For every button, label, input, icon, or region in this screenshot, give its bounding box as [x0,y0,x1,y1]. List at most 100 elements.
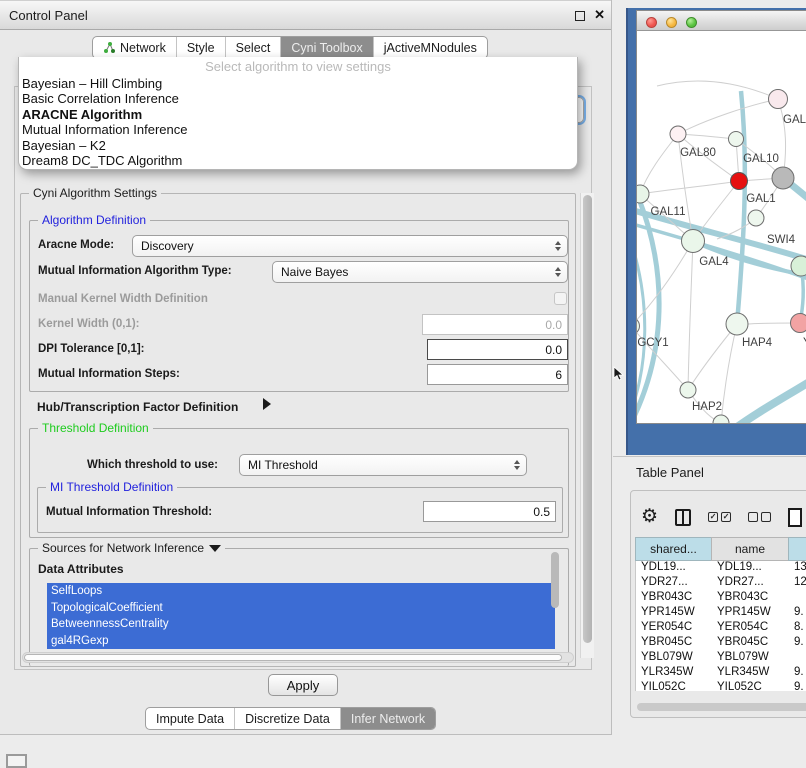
algorithm-definition-group: Algorithm Definition Aracne Mode: Discov… [29,220,569,392]
column-header-cut[interactable]: A [788,537,806,561]
node-pink-right[interactable] [791,314,806,333]
network-canvas[interactable]: GAL GAL80 GAL10 GAL1 GAL11 SWI4 GAL4 GCY… [637,31,806,423]
algorithm-option-selected[interactable]: ARACNE Algorithm [19,107,577,122]
settings-scrollbar-thumb[interactable] [583,195,592,643]
table-horizontal-scrollbar-thumb[interactable] [637,703,806,711]
table-row[interactable]: YPR145WYPR145W9. [636,606,806,621]
mi-steps-field[interactable]: 6 [427,364,568,385]
split-columns-icon[interactable] [675,509,691,526]
table-row[interactable]: YDL19...YDL19...13 [636,561,806,576]
attribute-item[interactable]: SelfLoops [47,583,555,600]
tab-impute-data-label: Impute Data [156,712,224,726]
node-label: GAL4 [699,256,729,268]
column-header-name[interactable]: name [711,537,788,561]
minimize-traffic-light-icon[interactable] [666,17,677,28]
deselect-all-icon[interactable] [748,512,771,522]
kernel-width-field[interactable]: 0.0 [422,314,568,335]
table-row[interactable]: YBR043CYBR043C [636,591,806,606]
page-icon[interactable] [788,508,802,527]
tab-style[interactable]: Style [177,37,226,58]
node-gal80[interactable] [670,126,686,142]
attributes-scrollbar-thumb[interactable] [551,552,559,608]
mi-threshold-value: 0.5 [533,505,550,519]
tab-network[interactable]: Network [93,37,177,58]
sources-group-title: Sources for Network Inference [38,541,225,555]
node-label: GAL11 [651,206,686,218]
data-attributes-label: Data Attributes [38,562,124,576]
network-window-titlebar[interactable] [637,11,806,31]
algorithm-option[interactable]: Dream8 DC_TDC Algorithm [19,153,577,168]
gear-icon[interactable]: ⚙ [641,507,658,527]
table-row[interactable]: YER054CYER054C8. [636,621,806,636]
manual-kernel-width-checkbox[interactable] [554,292,567,305]
column-header-shared-name[interactable]: shared... [635,537,711,561]
collapse-arrow-icon[interactable] [209,545,221,552]
settings-horizontal-scrollbar[interactable] [22,652,574,663]
data-attributes-list[interactable]: SelfLoops TopologicalCoefficient Between… [47,583,555,649]
tab-select-label: Select [236,41,271,55]
panel-divider [613,456,806,457]
aracne-mode-combobox[interactable]: Discovery [132,235,568,257]
node-gal10[interactable] [729,132,744,147]
node-hap4[interactable] [726,313,748,335]
which-threshold-combobox[interactable]: MI Threshold [239,454,527,476]
attribute-item[interactable]: gal4RGexp [47,633,555,650]
node-hap2[interactable] [680,382,696,398]
algorithm-option[interactable]: Bayesian – Hill Climbing [19,76,577,91]
network-view-window[interactable]: GAL GAL80 GAL10 GAL1 GAL11 SWI4 GAL4 GCY… [636,10,806,424]
mi-threshold-field[interactable]: 0.5 [423,501,556,522]
table-row[interactable]: YBR045CYBR045C9. [636,636,806,651]
node-gal4[interactable] [682,230,705,253]
mi-algorithm-type-combobox[interactable]: Naive Bayes [272,261,568,283]
table-body[interactable]: YDL19...YDL19...13 YDR27...YDR27...12 YB… [635,561,806,691]
attribute-item[interactable]: BetweennessCentrality [47,616,555,633]
sources-title-text: Sources for Network Inference [42,541,204,555]
table-header-row: shared... name A [635,537,806,561]
mi-algorithm-type-value: Naive Bayes [281,265,348,279]
mi-steps-value: 6 [555,368,562,382]
node-gray[interactable] [772,167,794,189]
node-gal-top[interactable] [769,90,788,109]
algorithm-option[interactable]: Bayesian – K2 [19,138,577,153]
table-row[interactable]: YIL052CYIL052C9. [636,681,806,691]
node-label: GCY1 [637,337,668,349]
dpi-tolerance-field[interactable]: 0.0 [427,339,568,360]
control-panel: Control Panel ✕ Network Style Select Cyn… [0,0,612,735]
node-label: GAL [783,114,806,126]
float-window-icon[interactable] [575,11,585,21]
manual-kernel-width-label: Manual Kernel Width Definition [38,293,208,305]
settings-scrollbar[interactable] [580,193,594,658]
tab-jactivemnodules[interactable]: jActiveMNodules [374,37,487,58]
tab-impute-data[interactable]: Impute Data [146,708,235,729]
node-gcy1[interactable] [637,318,640,335]
close-traffic-light-icon[interactable] [646,17,657,28]
table-row[interactable]: YBL079WYBL079W [636,651,806,666]
table-panel-title: Table Panel [636,465,704,480]
settings-horizontal-scrollbar-thumb[interactable] [24,654,562,661]
node-bottom-cut[interactable] [713,415,729,423]
tab-infer-network[interactable]: Infer Network [341,708,435,729]
select-all-icon[interactable]: ✓✓ [708,512,731,522]
close-icon[interactable]: ✕ [594,7,605,23]
cyni-bottom-tabs: Impute Data Discretize Data Infer Networ… [145,707,436,730]
node-swi4[interactable] [748,210,764,226]
apply-button[interactable]: Apply [268,674,338,696]
node-label: GAL80 [680,147,716,159]
collapsed-widget[interactable] [6,754,27,768]
tab-select[interactable]: Select [226,37,282,58]
attribute-item[interactable]: TopologicalCoefficient [47,600,555,617]
tab-cyni-toolbox[interactable]: Cyni Toolbox [281,37,373,58]
tab-infer-network-label: Infer Network [351,712,425,726]
algorithm-option[interactable]: Basic Correlation Inference [19,91,577,106]
node-gal1-selected[interactable] [731,173,748,190]
table-row[interactable]: YLR345WYLR345W9. [636,666,806,681]
mi-threshold-definition-group: MI Threshold Definition Mutual Informati… [37,487,563,533]
zoom-traffic-light-icon[interactable] [686,17,697,28]
tab-discretize-data-label: Discretize Data [245,712,330,726]
algorithm-option[interactable]: Mutual Information Inference [19,122,577,137]
tab-discretize-data[interactable]: Discretize Data [235,708,341,729]
table-row[interactable]: YDR27...YDR27...12 [636,576,806,591]
node-label: HAP2 [692,401,722,413]
expand-arrow-icon[interactable] [263,398,271,410]
node-green-right[interactable] [791,256,806,276]
